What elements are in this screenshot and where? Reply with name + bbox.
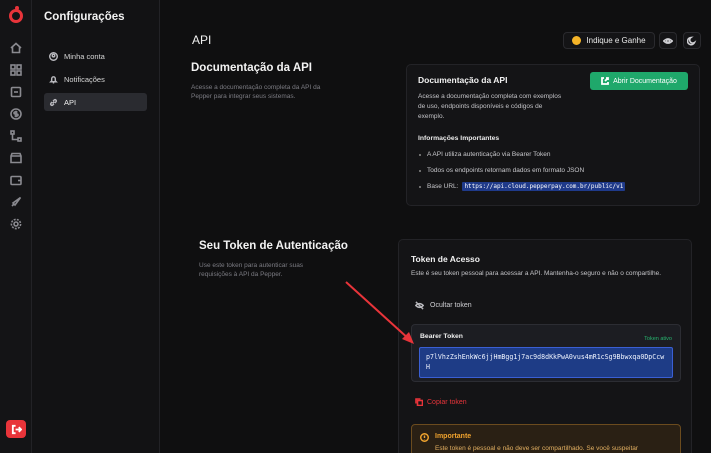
- user-icon: [49, 51, 58, 61]
- annotation-arrow-icon: [345, 281, 414, 344]
- bullet-dot: [419, 185, 421, 188]
- sidebar-item-api[interactable]: API: [44, 93, 147, 111]
- theme-toggle-button[interactable]: [683, 32, 701, 49]
- info-bullet-base-url: Base URL: https://api.cloud.pepperpay.co…: [419, 182, 626, 191]
- bearer-token-label: Bearer Token: [420, 333, 463, 340]
- docs-card-text: Acesse a documentação completa com exemp…: [418, 93, 562, 120]
- users-icon[interactable]: [9, 63, 23, 77]
- docs-section-heading: Documentação da API: [191, 62, 312, 74]
- warning-text: Este token é pessoal e não deve ser comp…: [435, 445, 639, 452]
- copy-icon: [415, 398, 423, 406]
- info-bullet: Todos os endpoints retornam dados em for…: [419, 167, 584, 174]
- sidebar-item-minha-conta[interactable]: Minha conta: [44, 47, 147, 65]
- token-status-badge: Token ativo: [644, 336, 672, 342]
- token-section-heading: Seu Token de Autenticação: [199, 240, 348, 252]
- alert-icon: [420, 433, 429, 442]
- pepper-logo-icon[interactable]: [9, 6, 23, 23]
- base-url-label: Base URL:: [427, 183, 459, 190]
- refer-label: Indique e Ganhe: [586, 36, 646, 45]
- toggle-visibility-button[interactable]: [659, 32, 677, 49]
- home-icon[interactable]: [9, 41, 23, 55]
- sidebar-item-label: Notificações: [64, 74, 105, 84]
- bearer-token-box: Bearer Token Token ativo p7lVhzZshEnkWc6…: [411, 324, 681, 382]
- sidebar-item-label: API: [64, 97, 77, 107]
- wallet-icon[interactable]: [9, 173, 23, 187]
- docs-section-description: Acesse a documentação completa da API da…: [191, 84, 321, 100]
- page-title: API: [192, 33, 212, 47]
- sidebar-item-notificacoes[interactable]: Notificações: [44, 70, 147, 88]
- sidebar-item-label: Minha conta: [64, 51, 105, 61]
- bell-icon: [49, 75, 58, 84]
- bullet-dot: [419, 153, 421, 156]
- moon-icon: [687, 36, 697, 45]
- token-card-title: Token de Acesso: [411, 254, 480, 264]
- hide-token-button[interactable]: Ocultar token: [415, 301, 472, 310]
- bullet-dot: [419, 169, 421, 172]
- token-value-field[interactable]: p7lVhzZshEnkWc6jjHmBgg1j7ac9d8dKkPwA0vus…: [419, 347, 673, 378]
- open-docs-button[interactable]: Abrir Documentação: [590, 72, 688, 90]
- info-title: Informações Importantes: [418, 135, 500, 142]
- docs-card: Documentação da API Acesse a documentaçã…: [406, 64, 700, 206]
- coin-icon: [572, 36, 582, 45]
- copy-token-button[interactable]: Copiar token: [415, 398, 467, 406]
- token-card: Token de Acesso Este é seu token pessoal…: [398, 239, 692, 453]
- warning-box: Importante Este token é pessoal e não de…: [411, 424, 681, 453]
- link-icon: [49, 98, 58, 106]
- flow-icon[interactable]: [9, 129, 23, 143]
- info-bullet-text: A API utiliza autenticação via Bearer To…: [427, 151, 551, 158]
- icon-rail: [0, 0, 32, 453]
- external-link-icon: [601, 77, 609, 85]
- token-section-description: Use este token para autenticar suas requ…: [199, 262, 304, 278]
- logout-button[interactable]: [6, 420, 26, 438]
- rocket-icon[interactable]: [9, 195, 23, 209]
- info-bullet: A API utiliza autenticação via Bearer To…: [419, 151, 550, 158]
- docs-card-title: Documentação da API: [418, 75, 508, 85]
- eye-icon: [663, 37, 673, 44]
- warning-title: Importante: [435, 433, 472, 440]
- dollar-icon[interactable]: [9, 107, 23, 121]
- refer-and-earn-button[interactable]: Indique e Ganhe: [563, 32, 655, 49]
- box-icon[interactable]: [9, 85, 23, 99]
- gear-icon[interactable]: [9, 217, 23, 231]
- sidebar-title: Configurações: [44, 11, 125, 23]
- token-card-text: Este é seu token pessoal para acessar a …: [411, 270, 662, 277]
- open-docs-label: Abrir Documentação: [613, 77, 677, 85]
- base-url-value: https://api.cloud.pepperpay.com.br/publi…: [462, 182, 626, 191]
- info-bullet-text: Todos os endpoints retornam dados em for…: [427, 167, 585, 174]
- store-icon[interactable]: [9, 151, 23, 165]
- copy-token-label: Copiar token: [427, 398, 467, 406]
- hide-token-label: Ocultar token: [430, 302, 472, 309]
- settings-sidebar: Configurações Minha conta Notificações A…: [32, 0, 160, 453]
